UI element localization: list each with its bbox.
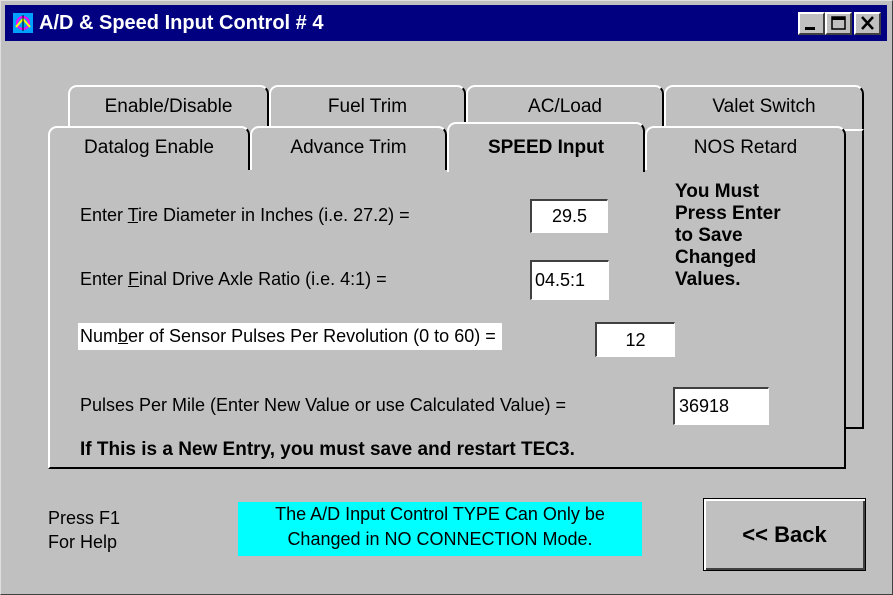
connection-mode-notice: The A/D Input Control TYPE Can Only be C… <box>238 502 642 556</box>
tab-valet-switch[interactable]: Valet Switch <box>664 85 864 129</box>
speed-input-panel: Enter Tire Diameter in Inches (i.e. 27.2… <box>48 167 846 469</box>
tab-nos-retard[interactable]: NOS Retard <box>645 126 846 170</box>
pulses-per-mile-input[interactable] <box>673 387 769 425</box>
sensor-pulses-input[interactable] <box>595 322 675 357</box>
tab-enable-disable[interactable]: Enable/Disable <box>68 85 269 129</box>
save-warning: You Must Press Enter to Save Changed Val… <box>675 181 781 290</box>
close-icon <box>861 16 874 30</box>
window-title: A/D & Speed Input Control # 4 <box>39 12 324 34</box>
app-window: A/D & Speed Input Control # 4 Enable/Dis… <box>0 0 893 595</box>
app-icon <box>13 13 33 33</box>
tab-speed-input[interactable]: SPEED Input <box>447 122 645 172</box>
pulses-per-mile-label: Pulses Per Mile (Enter New Value or use … <box>80 395 567 415</box>
help-hint: Press F1 For Help <box>48 508 121 552</box>
tab-datalog-enable[interactable]: Datalog Enable <box>48 126 250 170</box>
back-button[interactable]: << Back <box>703 498 866 571</box>
tab-stack-edge <box>844 129 864 429</box>
title-bar[interactable]: A/D & Speed Input Control # 4 <box>5 5 887 41</box>
new-entry-note: If This is a New Entry, you must save an… <box>80 439 575 460</box>
axle-ratio-input[interactable] <box>530 260 609 300</box>
close-button[interactable] <box>854 12 881 35</box>
minimize-icon <box>805 27 815 30</box>
maximize-button[interactable] <box>825 12 852 35</box>
minimize-button[interactable] <box>798 12 825 35</box>
maximize-icon <box>831 16 846 30</box>
sensor-pulses-label: Number of Sensor Pulses Per Revolution (… <box>78 323 502 350</box>
tire-diameter-label: Enter Tire Diameter in Inches (i.e. 27.2… <box>80 205 410 225</box>
tab-advance-trim[interactable]: Advance Trim <box>250 126 447 170</box>
tire-diameter-input[interactable] <box>530 199 608 233</box>
axle-ratio-label: Enter Final Drive Axle Ratio (i.e. 4:1) … <box>80 269 387 289</box>
tab-fuel-trim[interactable]: Fuel Trim <box>269 85 466 129</box>
